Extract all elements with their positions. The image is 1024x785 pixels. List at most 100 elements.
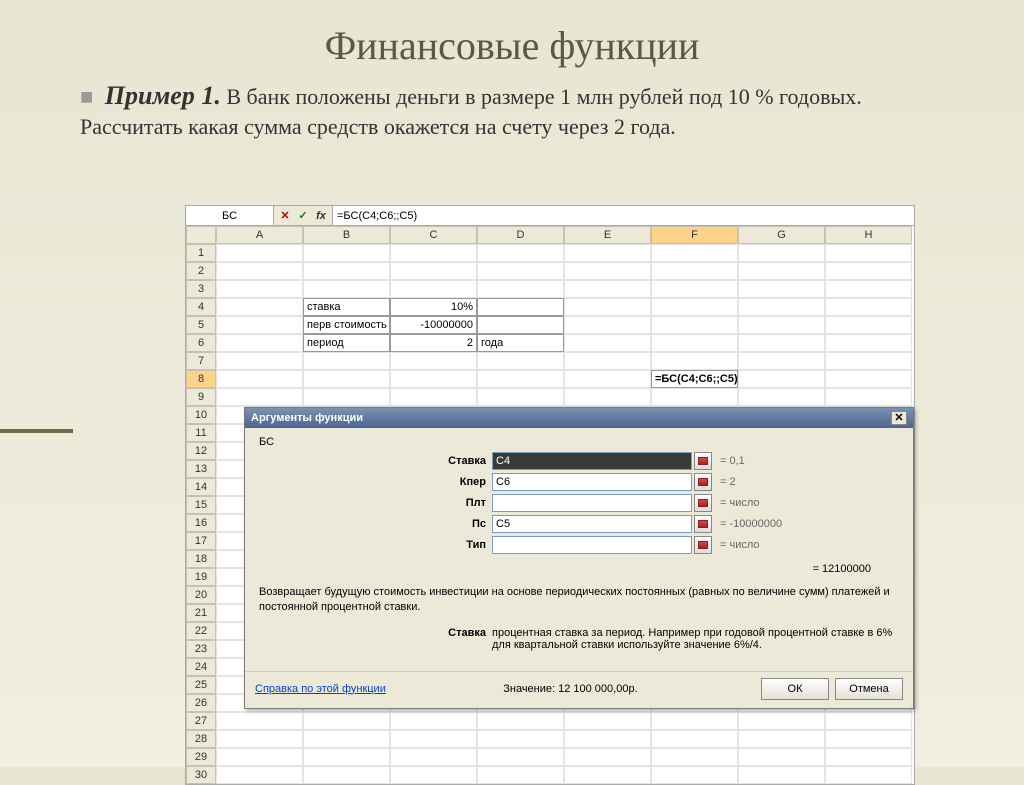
cell-H4[interactable] — [825, 298, 912, 316]
row-header-27[interactable]: 27 — [186, 712, 216, 730]
row-header-29[interactable]: 29 — [186, 748, 216, 766]
cell-H2[interactable] — [825, 262, 912, 280]
cell-D28[interactable] — [477, 730, 564, 748]
col-header-D[interactable]: D — [477, 226, 564, 244]
cell-F8[interactable]: =БС(C4;C6;;C5) — [651, 370, 738, 388]
cell-B6[interactable]: период — [303, 334, 390, 352]
cell-A5[interactable] — [216, 316, 303, 334]
cell-G28[interactable] — [738, 730, 825, 748]
cell-D5[interactable] — [477, 316, 564, 334]
row-header-14[interactable]: 14 — [186, 478, 216, 496]
close-icon[interactable]: ✕ — [891, 411, 907, 425]
cell-E7[interactable] — [564, 352, 651, 370]
arg-input-3[interactable]: C5 — [492, 515, 692, 533]
cell-C7[interactable] — [390, 352, 477, 370]
cell-F1[interactable] — [651, 244, 738, 262]
cell-G7[interactable] — [738, 352, 825, 370]
cell-H1[interactable] — [825, 244, 912, 262]
cell-C8[interactable] — [390, 370, 477, 388]
cell-B4[interactable]: ставка — [303, 298, 390, 316]
cell-G6[interactable] — [738, 334, 825, 352]
cell-E5[interactable] — [564, 316, 651, 334]
formula-input[interactable]: =БС(C4;C6;;C5) — [332, 206, 914, 225]
cell-D2[interactable] — [477, 262, 564, 280]
row-header-6[interactable]: 6 — [186, 334, 216, 352]
cell-F2[interactable] — [651, 262, 738, 280]
cell-H27[interactable] — [825, 712, 912, 730]
row-header-9[interactable]: 9 — [186, 388, 216, 406]
col-header-C[interactable]: C — [390, 226, 477, 244]
cell-E28[interactable] — [564, 730, 651, 748]
col-header-G[interactable]: G — [738, 226, 825, 244]
cell-E2[interactable] — [564, 262, 651, 280]
cell-H3[interactable] — [825, 280, 912, 298]
cell-C27[interactable] — [390, 712, 477, 730]
cell-D8[interactable] — [477, 370, 564, 388]
cell-F9[interactable] — [651, 388, 738, 406]
cell-C2[interactable] — [390, 262, 477, 280]
row-header-15[interactable]: 15 — [186, 496, 216, 514]
row-header-20[interactable]: 20 — [186, 586, 216, 604]
row-header-5[interactable]: 5 — [186, 316, 216, 334]
cell-G8[interactable] — [738, 370, 825, 388]
cell-G3[interactable] — [738, 280, 825, 298]
cell-C3[interactable] — [390, 280, 477, 298]
cell-G4[interactable] — [738, 298, 825, 316]
row-header-4[interactable]: 4 — [186, 298, 216, 316]
row-header-10[interactable]: 10 — [186, 406, 216, 424]
cell-C4[interactable]: 10% — [390, 298, 477, 316]
cell-A4[interactable] — [216, 298, 303, 316]
cell-B27[interactable] — [303, 712, 390, 730]
cell-D7[interactable] — [477, 352, 564, 370]
ok-button[interactable]: ОК — [761, 678, 829, 700]
row-header-8[interactable]: 8 — [186, 370, 216, 388]
cell-A28[interactable] — [216, 730, 303, 748]
cell-H28[interactable] — [825, 730, 912, 748]
cell-G9[interactable] — [738, 388, 825, 406]
row-header-25[interactable]: 25 — [186, 676, 216, 694]
row-header-2[interactable]: 2 — [186, 262, 216, 280]
row-header-7[interactable]: 7 — [186, 352, 216, 370]
cell-A30[interactable] — [216, 766, 303, 784]
cell-H9[interactable] — [825, 388, 912, 406]
cell-H29[interactable] — [825, 748, 912, 766]
arg-input-4[interactable] — [492, 536, 692, 554]
cell-C9[interactable] — [390, 388, 477, 406]
cell-F27[interactable] — [651, 712, 738, 730]
row-header-21[interactable]: 21 — [186, 604, 216, 622]
cell-A1[interactable] — [216, 244, 303, 262]
cell-D29[interactable] — [477, 748, 564, 766]
row-header-12[interactable]: 12 — [186, 442, 216, 460]
row-header-23[interactable]: 23 — [186, 640, 216, 658]
arg-input-2[interactable] — [492, 494, 692, 512]
row-header-16[interactable]: 16 — [186, 514, 216, 532]
cell-A27[interactable] — [216, 712, 303, 730]
cell-A8[interactable] — [216, 370, 303, 388]
cell-G2[interactable] — [738, 262, 825, 280]
cell-A9[interactable] — [216, 388, 303, 406]
grid-corner[interactable] — [186, 226, 216, 244]
cell-G27[interactable] — [738, 712, 825, 730]
accept-formula-icon[interactable]: ✓ — [296, 209, 310, 223]
cell-F5[interactable] — [651, 316, 738, 334]
cell-H30[interactable] — [825, 766, 912, 784]
cell-F7[interactable] — [651, 352, 738, 370]
cell-A2[interactable] — [216, 262, 303, 280]
range-picker-icon[interactable] — [694, 473, 712, 491]
cell-G29[interactable] — [738, 748, 825, 766]
cell-B3[interactable] — [303, 280, 390, 298]
name-box[interactable]: БС — [186, 206, 274, 225]
col-header-A[interactable]: A — [216, 226, 303, 244]
cell-E6[interactable] — [564, 334, 651, 352]
cell-D30[interactable] — [477, 766, 564, 784]
cell-C28[interactable] — [390, 730, 477, 748]
cell-A7[interactable] — [216, 352, 303, 370]
row-header-11[interactable]: 11 — [186, 424, 216, 442]
col-header-F[interactable]: F — [651, 226, 738, 244]
arg-input-0[interactable]: C4 — [492, 452, 692, 470]
cell-D9[interactable] — [477, 388, 564, 406]
cell-C5[interactable]: -10000000 — [390, 316, 477, 334]
col-header-B[interactable]: B — [303, 226, 390, 244]
cell-A3[interactable] — [216, 280, 303, 298]
row-header-26[interactable]: 26 — [186, 694, 216, 712]
